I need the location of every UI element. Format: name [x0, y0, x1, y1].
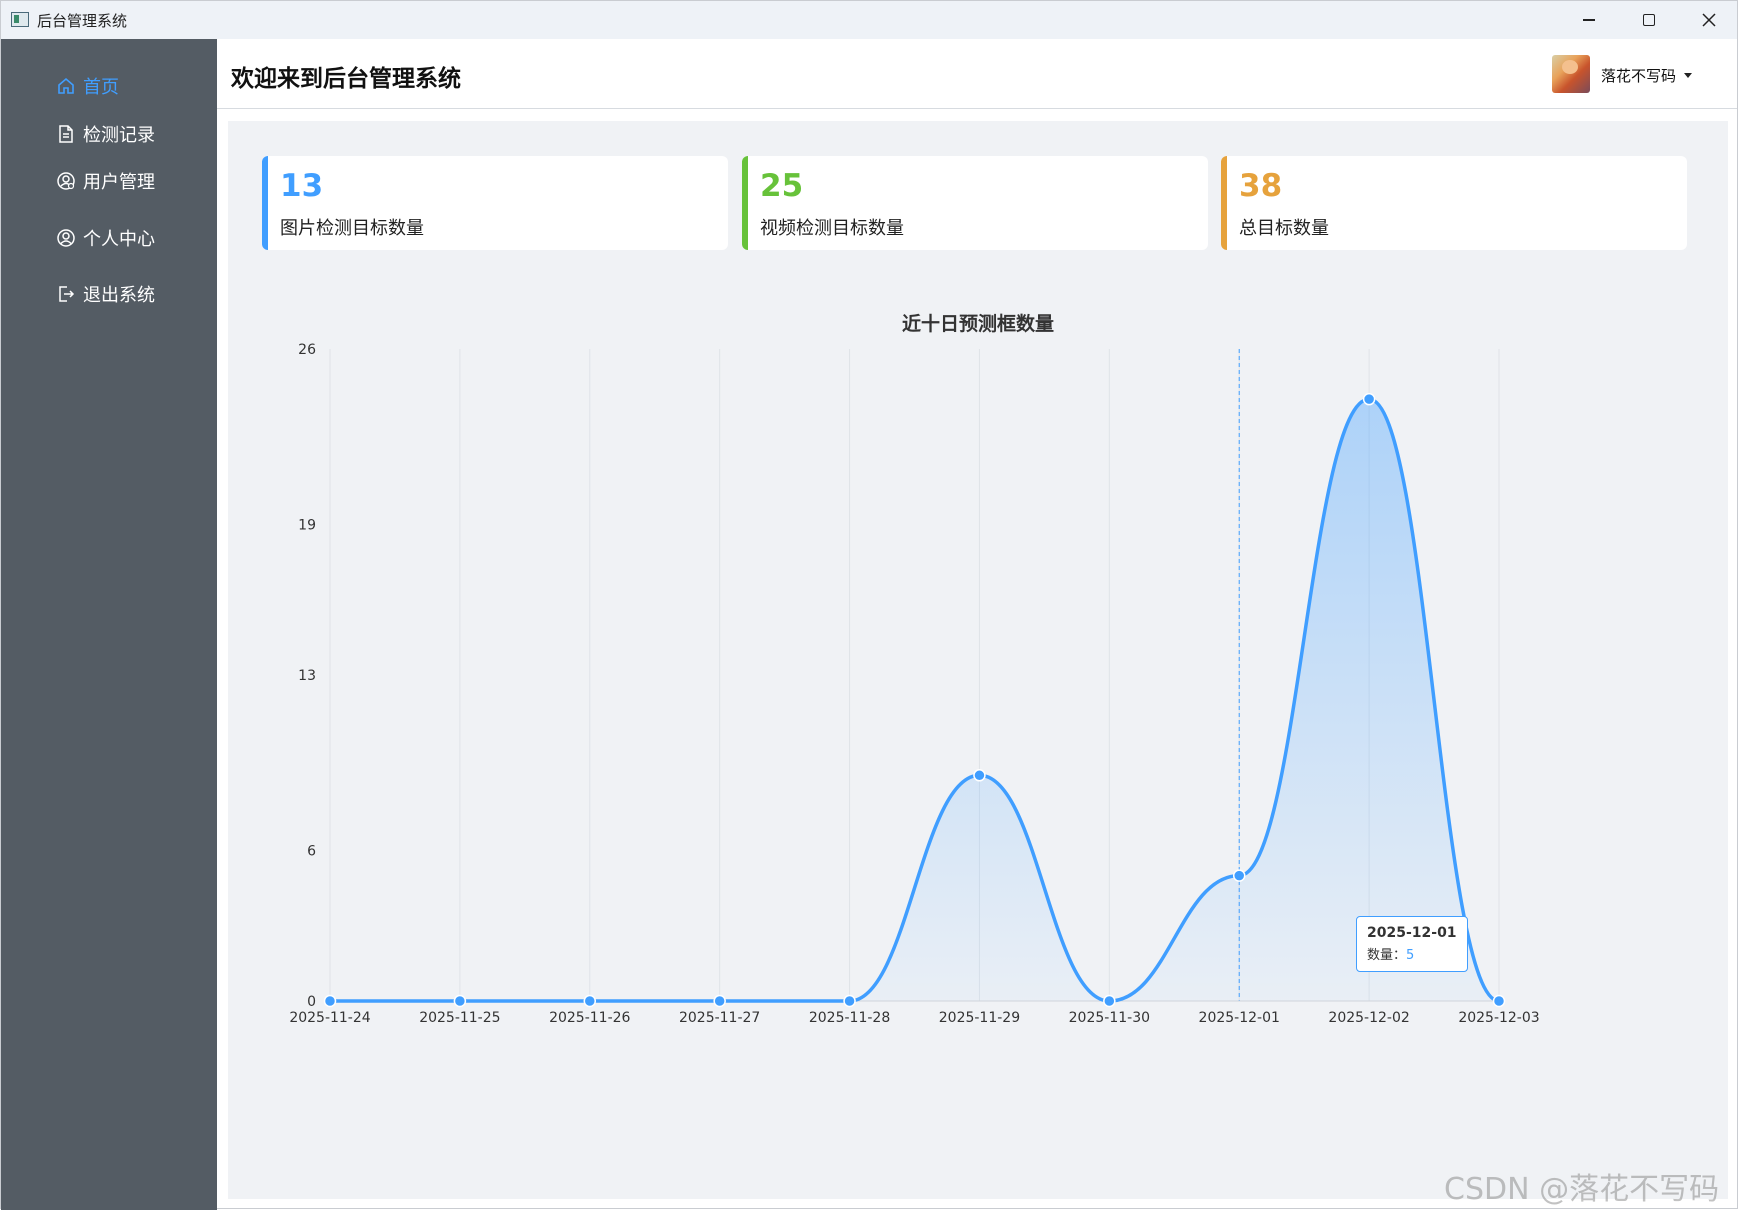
- data-point[interactable]: [583, 994, 597, 1008]
- x-tick-label: 2025-12-03: [1458, 1010, 1539, 1026]
- data-point[interactable]: [843, 994, 856, 1008]
- data-point[interactable]: [713, 994, 726, 1008]
- tooltip-label: 数量：: [1367, 948, 1407, 963]
- data-point[interactable]: [323, 994, 337, 1008]
- app-icon: [11, 12, 29, 27]
- x-tick-label: 2025-11-24: [289, 1010, 370, 1026]
- data-point[interactable]: [1492, 994, 1506, 1008]
- page-title: 欢迎来到后台管理系统: [231, 66, 461, 92]
- y-tick-label: 19: [298, 518, 316, 534]
- chart-tooltip: 2025-12-01 数量：5: [1356, 916, 1468, 972]
- sidebar: 首页 检测记录 用户管理 个人中心 退出系统: [1, 39, 217, 1210]
- sidebar-item-label: 个人中心: [83, 229, 155, 250]
- tooltip-date: 2025-12-01: [1367, 925, 1457, 941]
- sidebar-item-label: 用户管理: [83, 172, 155, 193]
- tooltip-row: 数量：5: [1367, 944, 1457, 963]
- sidebar-item-logout[interactable]: 退出系统: [1, 274, 217, 314]
- line-chart: 2025-11-24 2025-11-25 2025-11-26 2025-11-27…: [289, 342, 1539, 1026]
- y-tick-label: 6: [307, 844, 316, 860]
- close-icon: [1702, 13, 1716, 27]
- x-tick-label: 2025-12-02: [1328, 1010, 1409, 1026]
- app-window: 后台管理系统 首页 检测记录 用户管理 个人中心 退出系统 欢迎来到后台管理系统…: [0, 0, 1738, 1210]
- series-area: [330, 399, 1499, 1002]
- y-tick-label: 0: [307, 994, 316, 1010]
- page-header: 欢迎来到后台管理系统 落花不写码: [217, 39, 1737, 109]
- minimize-button[interactable]: [1561, 1, 1617, 39]
- x-tick-label: 2025-11-30: [1069, 1010, 1150, 1026]
- x-tick-label: 2025-11-28: [809, 1010, 890, 1026]
- dashboard-main: 13 图片检测目标数量 25 视频检测目标数量 38 总目标数量 近十日预测框数…: [228, 121, 1728, 1199]
- watermark: CSDN @落花不写码: [1444, 1172, 1720, 1207]
- sidebar-item-label: 检测记录: [83, 125, 155, 146]
- data-point[interactable]: [453, 994, 467, 1008]
- user-circle-icon: [55, 227, 77, 249]
- caret-down-icon[interactable]: [1684, 73, 1692, 78]
- x-tick-label: 2025-11-29: [939, 1010, 1020, 1026]
- window-title: 后台管理系统: [37, 12, 128, 30]
- close-button[interactable]: [1681, 1, 1737, 39]
- data-point[interactable]: [973, 769, 986, 782]
- maximize-icon: [1643, 14, 1655, 26]
- avatar[interactable]: [1552, 55, 1590, 93]
- username-dropdown[interactable]: 落花不写码: [1601, 65, 1676, 86]
- x-tick-label: 2025-11-27: [679, 1010, 760, 1026]
- user-manage-icon: [55, 170, 77, 192]
- minimize-icon: [1583, 19, 1595, 21]
- data-point[interactable]: [1103, 994, 1116, 1008]
- x-tick-label: 2025-11-25: [419, 1010, 500, 1026]
- sidebar-item-profile[interactable]: 个人中心: [1, 218, 217, 258]
- home-icon: [55, 75, 77, 97]
- sidebar-item-home[interactable]: 首页: [1, 66, 217, 106]
- sidebar-item-label: 退出系统: [83, 285, 155, 306]
- logout-icon: [55, 283, 77, 305]
- sidebar-item-records[interactable]: 检测记录: [1, 114, 217, 154]
- title-bar: 后台管理系统: [1, 1, 1737, 39]
- x-tick-label: 2025-11-26: [549, 1010, 630, 1026]
- y-tick-label: 26: [298, 342, 316, 358]
- x-tick-label: 2025-12-01: [1199, 1010, 1280, 1026]
- data-point[interactable]: [1362, 392, 1376, 406]
- y-tick-label: 13: [298, 668, 316, 684]
- data-point[interactable]: [1232, 869, 1246, 882]
- maximize-button[interactable]: [1621, 1, 1677, 39]
- tooltip-value: 5: [1406, 948, 1415, 963]
- document-icon: [55, 123, 77, 145]
- sidebar-item-users[interactable]: 用户管理: [1, 161, 217, 201]
- sidebar-item-label: 首页: [83, 77, 119, 98]
